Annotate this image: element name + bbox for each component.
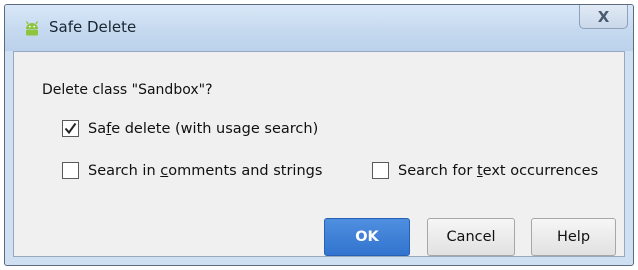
title-bar[interactable]: Safe Delete X	[5, 5, 633, 51]
close-icon: X	[597, 7, 610, 26]
ok-button[interactable]: OK	[324, 218, 410, 256]
checkmark-icon	[64, 122, 77, 135]
search-comments-checkbox[interactable]	[62, 162, 79, 179]
safe-delete-option[interactable]: Safe delete (with usage search)	[62, 120, 318, 137]
search-text-option[interactable]: Search for text occurrences	[372, 162, 598, 179]
search-text-label: Search for text occurrences	[398, 162, 599, 179]
safe-delete-checkbox[interactable]	[62, 120, 79, 137]
safe-delete-label: Safe delete (with usage search)	[88, 120, 319, 137]
dialog-content: Delete class "Sandbox"? Safe delete (wit…	[13, 51, 625, 257]
cancel-button[interactable]: Cancel	[427, 218, 515, 256]
search-comments-option[interactable]: Search in comments and strings	[62, 162, 322, 179]
android-robot-icon	[23, 20, 41, 38]
search-text-checkbox[interactable]	[372, 162, 389, 179]
close-button[interactable]: X	[579, 5, 628, 29]
search-comments-label: Search in comments and strings	[88, 162, 323, 179]
safe-delete-dialog: Safe Delete X Delete class "Sandbox"? Sa…	[4, 4, 634, 266]
dialog-title: Safe Delete	[49, 18, 137, 36]
help-button[interactable]: Help	[531, 218, 616, 256]
delete-question: Delete class "Sandbox"?	[42, 82, 213, 98]
